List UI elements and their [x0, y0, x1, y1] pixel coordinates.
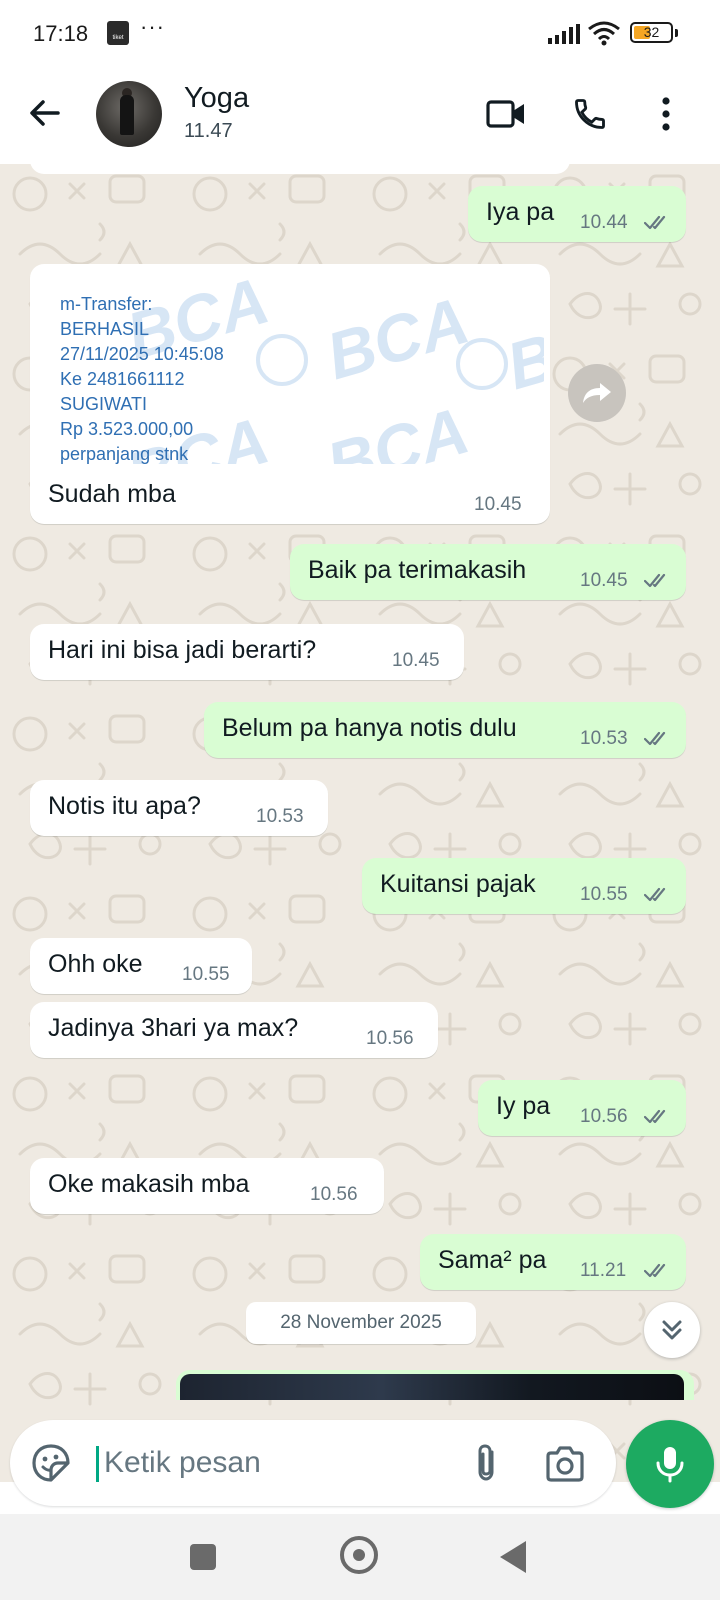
- forward-button[interactable]: [568, 364, 626, 422]
- receipt-line: SUGIWATI: [60, 394, 147, 414]
- message-time: 10.56: [310, 1184, 358, 1205]
- message-composer: [10, 1420, 616, 1506]
- voice-message-button[interactable]: [626, 1420, 714, 1508]
- message-time: 10.45: [580, 570, 628, 591]
- paperclip-icon[interactable]: [468, 1442, 508, 1484]
- avatar-figure: [120, 95, 134, 135]
- wifi-icon: [588, 21, 620, 46]
- contact-last-seen: 11.47: [184, 120, 233, 142]
- message-input[interactable]: [96, 1438, 456, 1488]
- previous-message-bubble: [30, 164, 570, 174]
- recents-icon[interactable]: [190, 1544, 216, 1570]
- date-separator: 28 November 2025: [246, 1302, 476, 1344]
- receipt-line: m-Transfer:: [60, 294, 153, 314]
- camera-icon[interactable]: [544, 1444, 586, 1484]
- incoming-message[interactable]: Jadinya 3hari ya max? 10.56: [30, 1002, 438, 1058]
- status-time: 17:18: [33, 21, 89, 46]
- message-time: 10.45: [392, 650, 440, 671]
- bca-watermark: BCA: [318, 392, 477, 464]
- read-ticks-icon: [644, 887, 666, 902]
- video-call-button[interactable]: [484, 92, 528, 136]
- more-vert-icon: [662, 97, 670, 131]
- message-time: 10.55: [580, 884, 628, 905]
- bca-logo-watermark: [456, 338, 508, 390]
- voice-call-button[interactable]: [568, 92, 612, 136]
- voice-call-icon: [575, 99, 605, 129]
- receipt-line: BERHASIL: [60, 319, 150, 339]
- read-ticks-icon: [644, 215, 666, 230]
- battery-level: 32: [643, 24, 660, 40]
- outgoing-message[interactable]: Baik pa terimakasih 10.45: [290, 544, 686, 600]
- message-text: Kuitansi pajak: [380, 870, 536, 898]
- back-arrow-icon[interactable]: [26, 94, 64, 132]
- message-time: 11.21: [580, 1260, 627, 1281]
- avatar[interactable]: [96, 81, 162, 147]
- status-bar: 17:18 tiket ··· 32: [0, 0, 720, 68]
- message-time: 10.44: [580, 212, 628, 233]
- receipt-line: Rp 3.523.000,00: [60, 419, 194, 439]
- back-triangle-icon[interactable]: [500, 1541, 526, 1573]
- incoming-message[interactable]: Hari ini bisa jadi berarti? 10.45: [30, 624, 464, 680]
- read-ticks-icon: [644, 573, 666, 588]
- signal-icon: [548, 24, 580, 44]
- message-time: 10.56: [366, 1028, 414, 1049]
- message-text: Notis itu apa?: [48, 792, 201, 820]
- forward-icon: [583, 383, 611, 403]
- message-text: Iya pa: [486, 198, 555, 226]
- more-options-button[interactable]: [644, 92, 688, 136]
- home-icon-dot: [353, 1549, 365, 1561]
- outgoing-message[interactable]: Iya pa 10.44: [468, 186, 686, 242]
- tiket-app-icon: tiket: [107, 21, 129, 45]
- receipt-line: perpanjang stnk: [60, 444, 189, 464]
- incoming-image-message[interactable]: BCA BCA BCA BCA BCA m-Transfer: BERHASIL…: [30, 264, 550, 524]
- system-navigation-bar: [0, 1514, 720, 1600]
- receipt-line: 27/11/2025 10:45:08: [60, 344, 224, 364]
- message-text: Ohh oke: [48, 950, 143, 978]
- battery-tip: [675, 29, 678, 37]
- scroll-to-bottom-button[interactable]: [644, 1302, 700, 1358]
- sticker-emoji-icon[interactable]: [30, 1442, 72, 1484]
- outgoing-media-message[interactable]: [176, 1370, 694, 1400]
- outgoing-message[interactable]: Sama² pa 11.21: [420, 1234, 686, 1290]
- contact-name[interactable]: Yoga: [184, 82, 249, 115]
- message-text: Oke makasih mba: [48, 1170, 250, 1198]
- bca-logo-watermark: [256, 334, 308, 386]
- message-text: Jadinya 3hari ya max?: [48, 1014, 299, 1042]
- microphone-icon: [656, 1447, 684, 1483]
- outgoing-message[interactable]: Kuitansi pajak 10.55: [362, 858, 686, 914]
- video-call-icon: [486, 100, 524, 128]
- outgoing-message[interactable]: Belum pa hanya notis dulu 10.53: [204, 702, 686, 758]
- home-icon[interactable]: [340, 1536, 378, 1574]
- receipt-line: Ke 2481661112: [60, 369, 185, 389]
- message-text: Sama² pa: [438, 1246, 547, 1274]
- read-ticks-icon: [644, 1263, 666, 1278]
- incoming-message[interactable]: Ohh oke 10.55: [30, 938, 252, 994]
- chat-area[interactable]: Iya pa 10.44 BCA BCA BCA BCA BCA m-Trans…: [0, 164, 720, 1482]
- read-ticks-icon: [644, 1109, 666, 1124]
- message-text: Belum pa hanya notis dulu: [222, 714, 517, 742]
- message-time: 10.56: [580, 1106, 628, 1127]
- message-time: 10.53: [256, 806, 304, 827]
- incoming-message[interactable]: Oke makasih mba 10.56: [30, 1158, 384, 1214]
- incoming-message[interactable]: Notis itu apa? 10.53: [30, 780, 328, 836]
- bca-watermark: BCA: [498, 292, 544, 404]
- read-ticks-icon: [644, 731, 666, 746]
- image-caption: Sudah mba: [48, 480, 176, 508]
- transfer-receipt-image[interactable]: BCA BCA BCA BCA BCA m-Transfer: BERHASIL…: [36, 270, 544, 464]
- media-thumbnail[interactable]: [180, 1374, 684, 1400]
- message-time: 10.53: [580, 728, 628, 749]
- message-text: Iy pa: [496, 1092, 551, 1120]
- battery-icon: 32: [630, 22, 673, 43]
- message-time: 10.45: [474, 494, 522, 515]
- message-text: Hari ini bisa jadi berarti?: [48, 636, 317, 664]
- more-notifications-icon: ···: [140, 14, 165, 39]
- outgoing-message[interactable]: Iy pa 10.56: [478, 1080, 686, 1136]
- message-time: 10.55: [182, 964, 230, 985]
- bca-watermark: BCA: [318, 282, 477, 394]
- chat-header: Yoga 11.47: [0, 68, 720, 164]
- double-chevron-down-icon: [662, 1320, 682, 1340]
- message-text: Baik pa terimakasih: [308, 556, 527, 584]
